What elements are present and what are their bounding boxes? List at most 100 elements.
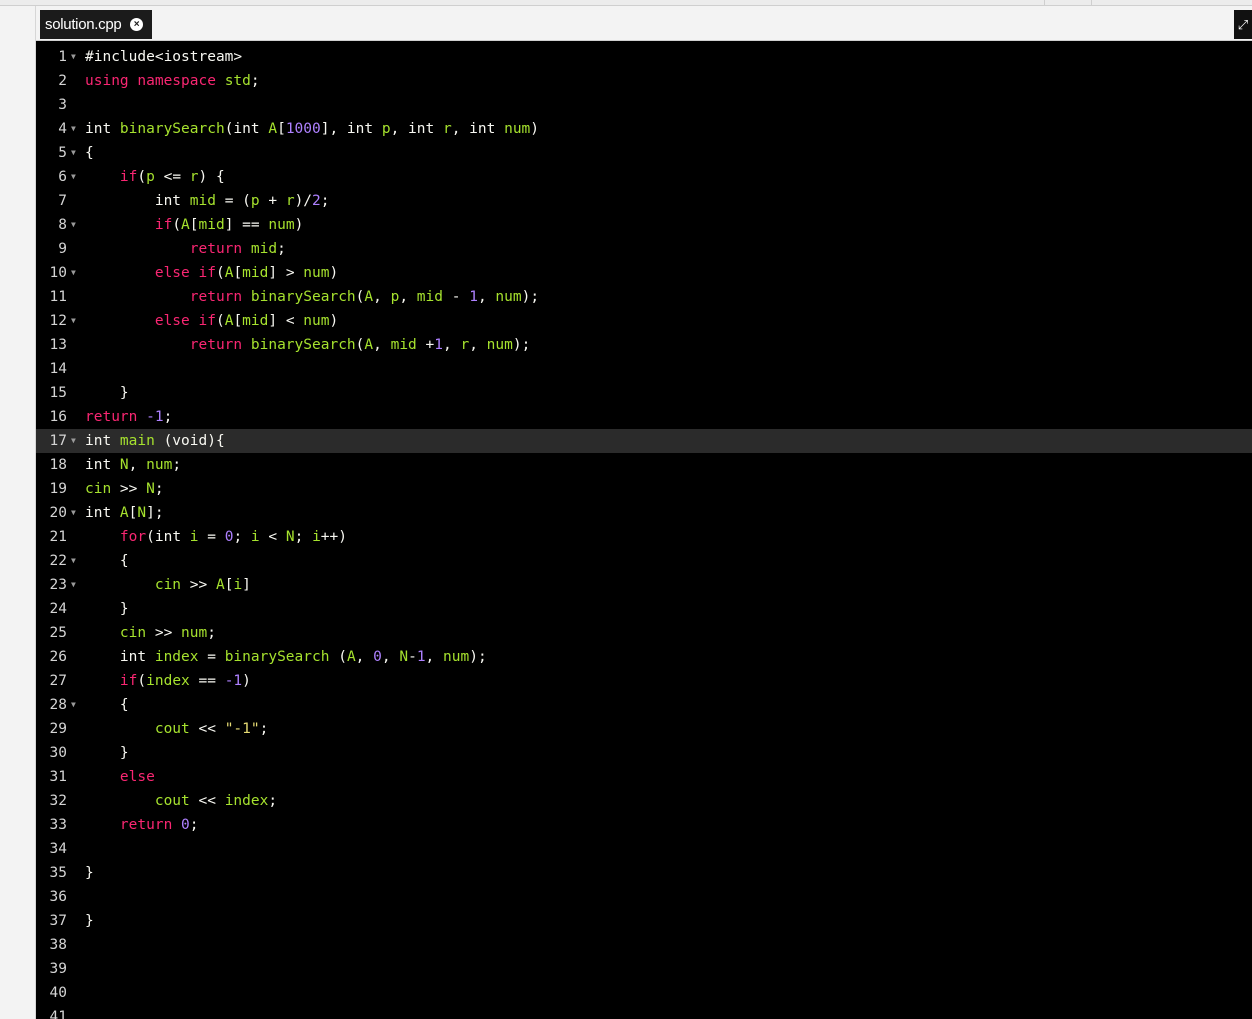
- fold-arrow-icon[interactable]: ▼: [71, 165, 79, 189]
- fold-arrow-icon[interactable]: ▼: [71, 45, 79, 69]
- code-text: }: [85, 597, 129, 621]
- code-line[interactable]: 9 return mid;: [36, 237, 1252, 261]
- fold-arrow-icon[interactable]: ▼: [71, 501, 79, 525]
- code-token: >>: [181, 577, 216, 593]
- code-token: ;: [268, 793, 278, 809]
- code-token: {: [85, 553, 129, 569]
- line-number: 2: [58, 73, 67, 89]
- code-token: }: [85, 913, 94, 929]
- code-line[interactable]: 24 }: [36, 597, 1252, 621]
- code-line[interactable]: 13 return binarySearch(A, mid +1, r, num…: [36, 333, 1252, 357]
- code-token: ): [294, 217, 304, 233]
- code-editor[interactable]: 1 ▼ #include<iostream> 2 using namespace std…: [36, 41, 1252, 1019]
- code-line[interactable]: 39: [36, 957, 1252, 981]
- code-line[interactable]: 3: [36, 93, 1252, 117]
- code-line[interactable]: 6 ▼ if(p <= r) {: [36, 165, 1252, 189]
- code-line[interactable]: 21 for(int i = 0; i < N; i++): [36, 525, 1252, 549]
- code-line[interactable]: 25 cin >> num;: [36, 621, 1252, 645]
- code-text: cout << index;: [85, 789, 277, 813]
- code-token: [: [189, 217, 199, 233]
- code-token: if: [198, 313, 216, 329]
- code-line[interactable]: 12 ▼ else if(A[mid] < num): [36, 309, 1252, 333]
- code-line[interactable]: 10 ▼ else if(A[mid] > num): [36, 261, 1252, 285]
- fullscreen-icon[interactable]: ⤢: [1234, 10, 1252, 39]
- tab-solution-cpp[interactable]: solution.cpp ×: [40, 10, 152, 39]
- code-token: int: [85, 193, 190, 209]
- code-token: binarySearch: [119, 121, 225, 137]
- code-line[interactable]: 19 cin >> N;: [36, 477, 1252, 501]
- code-token: r: [460, 337, 470, 353]
- code-line[interactable]: 31 else: [36, 765, 1252, 789]
- code-token: , int: [451, 121, 505, 137]
- line-number: 29: [49, 721, 67, 737]
- code-token: ;: [259, 721, 269, 737]
- code-token: num: [268, 217, 295, 233]
- fold-arrow-icon[interactable]: ▼: [71, 573, 79, 597]
- code-line[interactable]: 36: [36, 885, 1252, 909]
- code-token: 0: [373, 649, 382, 665]
- code-line[interactable]: 16 return -1;: [36, 405, 1252, 429]
- code-line[interactable]: 14: [36, 357, 1252, 381]
- code-line[interactable]: 2 using namespace std;: [36, 69, 1252, 93]
- code-token: 1: [434, 337, 443, 353]
- fold-arrow-icon[interactable]: ▼: [71, 261, 79, 285]
- code-line[interactable]: 18 int N, num;: [36, 453, 1252, 477]
- code-token: (: [137, 673, 147, 689]
- fold-arrow-icon[interactable]: ▼: [71, 549, 79, 573]
- code-line[interactable]: 7 int mid = (p + r)/2;: [36, 189, 1252, 213]
- code-line[interactable]: 40: [36, 981, 1252, 1005]
- fold-arrow-icon[interactable]: ▼: [71, 141, 79, 165]
- code-line[interactable]: 32 cout << index;: [36, 789, 1252, 813]
- code-line[interactable]: 30 }: [36, 741, 1252, 765]
- code-token: mid: [250, 241, 278, 257]
- close-icon[interactable]: ×: [130, 18, 143, 31]
- code-line[interactable]: 35}: [36, 861, 1252, 885]
- line-number: 12: [49, 313, 67, 329]
- code-line[interactable]: 28 ▼ {: [36, 693, 1252, 717]
- code-token: p: [146, 169, 155, 185]
- code-line[interactable]: 8 ▼ if(A[mid] == num): [36, 213, 1252, 237]
- code-line[interactable]: 4 ▼ int binarySearch(int A[1000], int p, i…: [36, 117, 1252, 141]
- fold-arrow-icon[interactable]: ▼: [71, 213, 79, 237]
- code-line[interactable]: 5 ▼ {: [36, 141, 1252, 165]
- fold-arrow-icon[interactable]: ▼: [71, 429, 79, 453]
- code-line[interactable]: 27 if(index == -1): [36, 669, 1252, 693]
- code-line[interactable]: 33 return 0;: [36, 813, 1252, 837]
- code-line[interactable]: 38: [36, 933, 1252, 957]
- line-number: 20: [49, 505, 67, 521]
- line-number: 6: [58, 169, 67, 185]
- code-line[interactable]: 41: [36, 1005, 1252, 1019]
- code-line[interactable]: 1 ▼ #include<iostream>: [36, 45, 1252, 69]
- code-token: +: [259, 193, 286, 209]
- fold-arrow-icon[interactable]: ▼: [71, 117, 79, 141]
- line-number: 27: [49, 673, 67, 689]
- code-line[interactable]: 22 ▼ {: [36, 549, 1252, 573]
- code-text: int main (void){: [85, 429, 225, 453]
- code-text: }: [85, 741, 129, 765]
- code-line[interactable]: 17 ▼ int main (void){: [36, 429, 1252, 453]
- code-line[interactable]: 34: [36, 837, 1252, 861]
- fold-arrow-icon[interactable]: ▼: [71, 309, 79, 333]
- code-line[interactable]: 15 }: [36, 381, 1252, 405]
- code-line[interactable]: 23 ▼ cin >> A[i]: [36, 573, 1252, 597]
- code-token: namespace: [137, 73, 216, 89]
- code-line[interactable]: 37}: [36, 909, 1252, 933]
- fold-arrow-icon[interactable]: ▼: [71, 693, 79, 717]
- code-text: else if(A[mid] > num): [85, 261, 338, 285]
- code-line[interactable]: 29 cout << "-1";: [36, 717, 1252, 741]
- code-line[interactable]: 20 ▼ int A[N];: [36, 501, 1252, 525]
- line-number: 34: [49, 841, 67, 857]
- code-token: }: [85, 601, 129, 617]
- code-token: <<: [189, 793, 225, 809]
- code-line[interactable]: 11 return binarySearch(A, p, mid - 1, nu…: [36, 285, 1252, 309]
- code-line[interactable]: 26 int index = binarySearch (A, 0, N-1, …: [36, 645, 1252, 669]
- code-token: num: [504, 121, 531, 137]
- code-text: {: [85, 549, 129, 573]
- code-token: r: [285, 193, 295, 209]
